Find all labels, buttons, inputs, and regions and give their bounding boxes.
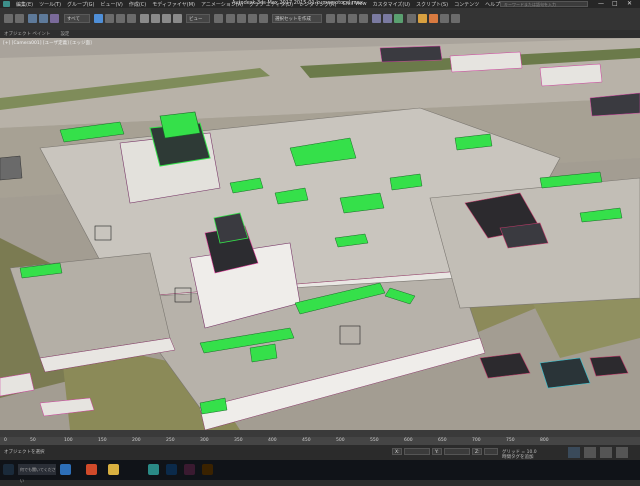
- place-icon[interactable]: [173, 14, 182, 23]
- window-title: Autodesk 3ds Max 2017 2015-01-kumamotoce…: [232, 0, 363, 6]
- select-object-icon[interactable]: [94, 14, 103, 23]
- maximize-button[interactable]: □: [612, 0, 618, 7]
- selection-filter-dropdown[interactable]: すべて: [64, 14, 90, 23]
- z-field[interactable]: [484, 448, 498, 455]
- tick-label: 150: [98, 438, 107, 443]
- percent-snap-icon[interactable]: [248, 14, 257, 23]
- tick-label: 650: [438, 438, 447, 443]
- tick-label: 600: [404, 438, 413, 443]
- tick-label: 300: [200, 438, 209, 443]
- status-message: オブジェクトを選択: [4, 450, 45, 455]
- search-input[interactable]: キーワードまたは語句を入力: [500, 1, 588, 7]
- rotate-icon[interactable]: [151, 14, 160, 23]
- bind-spacewarp-icon[interactable]: [50, 14, 59, 23]
- menu-tools[interactable]: ツール(T): [39, 1, 61, 8]
- tick-label: 700: [472, 438, 481, 443]
- castle-model-scene: [0, 38, 640, 430]
- toggle-ribbon-icon[interactable]: [359, 14, 368, 23]
- menu-customize[interactable]: カスタマイズ(U): [373, 1, 410, 8]
- layer-explorer-icon[interactable]: [348, 14, 357, 23]
- muse-icon[interactable]: [184, 464, 195, 475]
- named-selection-set-dropdown[interactable]: 選択セットを作成: [272, 14, 322, 23]
- status-bar: オブジェクトを選択 X: Y: Z: グリッド = 10.0 時間タグを追加: [0, 445, 640, 460]
- 3dsmax-icon[interactable]: [148, 464, 159, 475]
- tick-label: 250: [166, 438, 175, 443]
- main-toolbar: すべて ビュー 選択セットを作成: [0, 8, 640, 31]
- material-editor-icon[interactable]: [394, 14, 403, 23]
- perspective-viewport[interactable]: [+] [Camera001] [ユーザ定義] [エッジ面]: [0, 38, 640, 430]
- tick-label: 450: [302, 438, 311, 443]
- tick-label: 350: [234, 438, 243, 443]
- ribbon-settings[interactable]: 設定: [60, 31, 69, 37]
- explorer-icon[interactable]: [108, 464, 119, 475]
- menu-modifiers[interactable]: モディファイヤ(M): [152, 1, 195, 8]
- tick-label: 750: [506, 438, 515, 443]
- tick-label: 100: [64, 438, 73, 443]
- menu-content[interactable]: コンテンツ: [454, 1, 479, 8]
- angle-snap-icon[interactable]: [237, 14, 246, 23]
- windows-taskbar: 何でも聞いてください: [0, 460, 640, 483]
- tick-label: 50: [30, 438, 36, 443]
- tick-label: 800: [540, 438, 549, 443]
- a360-gallery-icon[interactable]: [451, 14, 460, 23]
- tick-label: 550: [370, 438, 379, 443]
- move-icon[interactable]: [140, 14, 149, 23]
- scale-icon[interactable]: [162, 14, 171, 23]
- snap-toggle-icon[interactable]: [226, 14, 235, 23]
- schematic-view-icon[interactable]: [383, 14, 392, 23]
- rendered-frame-window-icon[interactable]: [418, 14, 427, 23]
- unlink-icon[interactable]: [39, 14, 48, 23]
- render-setup-icon[interactable]: [407, 14, 416, 23]
- time-slider[interactable]: [0, 430, 640, 437]
- edge-icon[interactable]: [60, 464, 71, 475]
- select-by-name-icon[interactable]: [105, 14, 114, 23]
- x-label: X:: [392, 448, 402, 455]
- rectangle-selection-icon[interactable]: [116, 14, 125, 23]
- chrome-icon[interactable]: [86, 464, 97, 475]
- z-label: Z:: [472, 448, 482, 455]
- spinner-snap-icon[interactable]: [259, 14, 268, 23]
- set-key-button[interactable]: [584, 447, 596, 458]
- ribbon-bar: オブジェクト ペイント 設定: [0, 30, 640, 38]
- mirror-icon[interactable]: [326, 14, 335, 23]
- tick-label: 200: [132, 438, 141, 443]
- playback-controls[interactable]: [600, 447, 612, 458]
- link-icon[interactable]: [28, 14, 37, 23]
- ribbon-object-paint[interactable]: オブジェクト ペイント: [4, 31, 50, 37]
- menu-edit[interactable]: 編集(E): [16, 1, 33, 8]
- render-production-icon[interactable]: [429, 14, 438, 23]
- menu-create[interactable]: 作成(C): [129, 1, 146, 8]
- cortana-search-box[interactable]: 何でも聞いてください: [18, 464, 56, 483]
- minimize-button[interactable]: —: [598, 0, 604, 7]
- photoshop-icon[interactable]: [166, 464, 177, 475]
- curve-editor-icon[interactable]: [372, 14, 381, 23]
- viewport-label[interactable]: [+] [Camera001] [ユーザ定義] [エッジ面]: [3, 40, 92, 46]
- start-menu-icon[interactable]: [3, 464, 14, 475]
- track-bar[interactable]: 0 50 100 150 200 250 300 350 400 450 500…: [0, 437, 640, 445]
- tick-label: 0: [4, 438, 7, 443]
- close-button[interactable]: ✕: [627, 0, 632, 7]
- zoom-extents-icon[interactable]: [616, 447, 628, 458]
- menu-scripting[interactable]: スクリプト(S): [416, 1, 448, 8]
- pivot-center-icon[interactable]: [214, 14, 223, 23]
- window-crossing-icon[interactable]: [127, 14, 136, 23]
- redo-icon[interactable]: [15, 14, 24, 23]
- reference-coordinate-dropdown[interactable]: ビュー: [186, 14, 210, 23]
- x-field[interactable]: [404, 448, 430, 455]
- y-field[interactable]: [444, 448, 470, 455]
- menu-group[interactable]: グループ(G): [67, 1, 94, 8]
- align-icon[interactable]: [337, 14, 346, 23]
- auto-key-button[interactable]: [568, 447, 580, 458]
- render-in-cloud-icon[interactable]: [440, 14, 449, 23]
- 3dsmax-logo-icon[interactable]: [3, 1, 10, 7]
- y-label: Y:: [432, 448, 442, 455]
- undo-icon[interactable]: [4, 14, 13, 23]
- tick-label: 400: [268, 438, 277, 443]
- illustrator-icon[interactable]: [202, 464, 213, 475]
- tick-label: 500: [336, 438, 345, 443]
- menu-view[interactable]: ビュー(V): [101, 1, 123, 8]
